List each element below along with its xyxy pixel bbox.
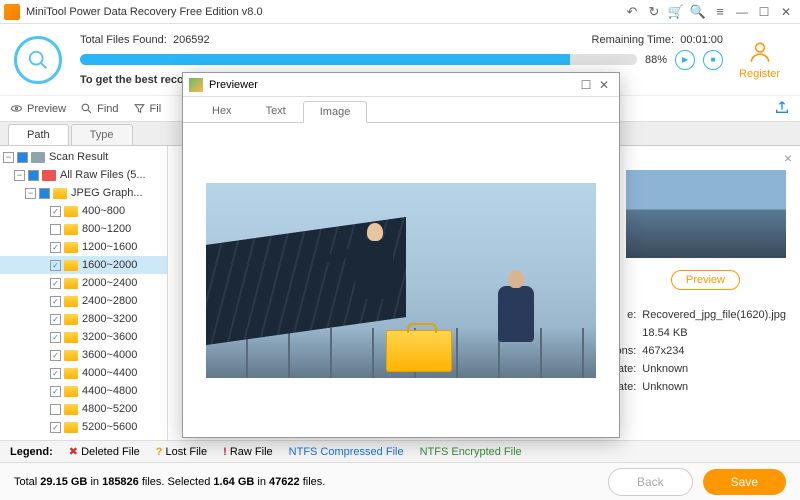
progress-bar: [80, 54, 637, 65]
previewer-image: [206, 183, 596, 378]
save-button[interactable]: Save: [703, 469, 786, 495]
tab-type[interactable]: Type: [71, 124, 133, 145]
footer-summary: Total 29.15 GB in 185826 files. Selected…: [14, 476, 598, 488]
previewer-tabs: Hex Text Image: [183, 97, 619, 123]
tree-range[interactable]: ✓3600~4000: [0, 346, 167, 364]
tree-range[interactable]: ✓1200~1600: [0, 238, 167, 256]
previewer-icon: [189, 78, 203, 92]
previewer-maximize-icon[interactable]: ☐: [577, 78, 595, 92]
file-created: Unknown: [642, 363, 688, 375]
back-button[interactable]: Back: [608, 468, 693, 496]
maximize-icon[interactable]: ☐: [754, 2, 774, 22]
tree-range[interactable]: 800~1200: [0, 220, 167, 238]
close-icon[interactable]: ✕: [776, 2, 796, 22]
legend-ntfs-compressed: NTFS Compressed File: [289, 446, 404, 458]
tree-rawfiles[interactable]: −All Raw Files (5...: [0, 166, 167, 184]
menu-icon[interactable]: ≡: [710, 2, 730, 22]
tree-view[interactable]: −Scan Result −All Raw Files (5... −JPEG …: [0, 146, 168, 440]
previewer-tab-hex[interactable]: Hex: [195, 100, 249, 122]
preview-thumbnail: [626, 170, 786, 258]
register-button[interactable]: Register: [739, 39, 780, 80]
play-button[interactable]: ▶: [675, 50, 695, 70]
file-details: e:Recovered_jpg_file(1620).jpg 18.54 KB …: [596, 306, 786, 396]
tree-range[interactable]: ✓1600~2000: [0, 256, 167, 274]
file-name: Recovered_jpg_file(1620).jpg: [642, 309, 786, 321]
titlebar: MiniTool Power Data Recovery Free Editio…: [0, 0, 800, 24]
tree-range[interactable]: ✓5200~5600: [0, 418, 167, 436]
export-icon[interactable]: [774, 99, 790, 118]
tree-range[interactable]: ✓4400~4800: [0, 382, 167, 400]
search-icon[interactable]: 🔍: [688, 2, 708, 22]
refresh-icon[interactable]: ↻: [644, 2, 664, 22]
back-icon[interactable]: ↶: [622, 2, 642, 22]
legend: Legend: ✖ Deleted File ? Lost File ! Raw…: [0, 440, 800, 462]
find-tool[interactable]: Find: [80, 102, 118, 115]
register-label: Register: [739, 68, 780, 80]
legend-ntfs-encrypted: NTFS Encrypted File: [420, 446, 522, 458]
magnifier-icon: [14, 36, 62, 84]
remaining-label: Remaining Time:: [592, 34, 675, 46]
pane-close-icon[interactable]: ×: [784, 150, 792, 166]
cart-icon[interactable]: 🛒: [666, 2, 686, 22]
preview-button[interactable]: Preview: [671, 270, 740, 290]
legend-deleted: Deleted File: [81, 446, 140, 458]
previewer-title: Previewer: [209, 79, 577, 91]
tree-range[interactable]: ✓3200~3600: [0, 328, 167, 346]
file-modified: Unknown: [642, 381, 688, 393]
files-found-value: 206592: [173, 34, 210, 46]
previewer-image-area: [183, 123, 619, 437]
remaining-value: 00:01:00: [680, 34, 723, 46]
legend-raw: Raw File: [230, 446, 273, 458]
tree-range[interactable]: ✓2000~2400: [0, 274, 167, 292]
file-dimensions: 467x234: [642, 345, 684, 357]
file-size: 18.54 KB: [642, 327, 687, 339]
previewer-close-icon[interactable]: ✕: [595, 78, 613, 92]
minimize-icon[interactable]: —: [732, 2, 752, 22]
tree-root[interactable]: −Scan Result: [0, 148, 167, 166]
previewer-titlebar[interactable]: Previewer ☐ ✕: [183, 73, 619, 97]
previewer-tab-text[interactable]: Text: [249, 100, 303, 122]
tree-range[interactable]: ✓2800~3200: [0, 310, 167, 328]
files-found-label: Total Files Found:: [80, 34, 167, 46]
preview-tool[interactable]: Preview: [10, 102, 66, 115]
tree-range[interactable]: ✓2400~2800: [0, 292, 167, 310]
legend-label: Legend:: [10, 446, 53, 458]
titlebar-controls: ↶ ↻ 🛒 🔍 ≡ — ☐ ✕: [622, 2, 796, 22]
footer: Total 29.15 GB in 185826 files. Selected…: [0, 462, 800, 500]
previewer-window: Previewer ☐ ✕ Hex Text Image: [182, 72, 620, 438]
tree-jpeg[interactable]: −JPEG Graph...: [0, 184, 167, 202]
app-title: MiniTool Power Data Recovery Free Editio…: [26, 6, 622, 18]
legend-lost: Lost File: [166, 446, 208, 458]
tab-path[interactable]: Path: [8, 124, 69, 145]
filter-tool[interactable]: Fil: [133, 102, 162, 115]
tree-range[interactable]: 4800~5200: [0, 400, 167, 418]
previewer-tab-image[interactable]: Image: [303, 101, 368, 123]
progress-percent: 88%: [645, 54, 667, 66]
tree-range[interactable]: ✓4000~4400: [0, 364, 167, 382]
stop-button[interactable]: ■: [703, 50, 723, 70]
tree-range[interactable]: ✓400~800: [0, 202, 167, 220]
app-icon: [4, 4, 20, 20]
